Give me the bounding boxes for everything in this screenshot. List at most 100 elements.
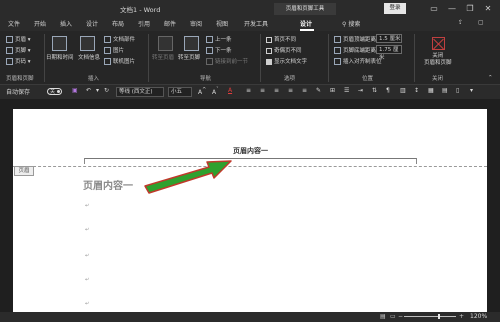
first-page-diff-checkbox[interactable]: 首页不同 bbox=[266, 35, 296, 43]
share-icon[interactable]: ⇪ bbox=[458, 19, 463, 26]
odd-even-diff-checkbox[interactable]: 奇偶页不同 bbox=[266, 46, 302, 54]
group-label-header-footer: 页眉和页脚 bbox=[6, 76, 34, 82]
shrink-font-icon[interactable]: Aˇ bbox=[212, 87, 219, 96]
group-label-insert: 插入 bbox=[88, 76, 100, 82]
search-box[interactable]: ⚲ 搜索 bbox=[342, 19, 360, 28]
doc-parts-icon bbox=[104, 36, 111, 43]
collapse-ribbon-icon[interactable]: ⌃ bbox=[488, 75, 493, 81]
tab-layout[interactable]: 布局 bbox=[112, 19, 124, 28]
sort-icon[interactable]: ⇅ bbox=[372, 87, 377, 94]
close-header-footer-icon bbox=[432, 37, 445, 50]
group-label-navigation: 导航 bbox=[200, 76, 212, 82]
search-label: 搜索 bbox=[348, 21, 361, 28]
page-number-button[interactable]: 页码 ▾ bbox=[6, 57, 31, 65]
minimize-button[interactable]: — bbox=[444, 3, 460, 14]
zoom-slider[interactable] bbox=[404, 316, 456, 317]
insert-align-tab-button[interactable]: 插入对齐制表位 bbox=[334, 57, 382, 65]
checkbox-box bbox=[266, 47, 272, 54]
online-picture-button[interactable]: 联机图片 bbox=[104, 57, 135, 65]
header-button[interactable]: 页眉 ▾ bbox=[6, 35, 31, 43]
align-center-icon[interactable]: ≡ bbox=[260, 87, 265, 94]
calendar-icon bbox=[52, 36, 67, 51]
align-left-icon[interactable]: ≡ bbox=[246, 87, 251, 94]
goto-header-icon bbox=[158, 36, 173, 51]
save-icon[interactable]: ▣ bbox=[72, 87, 78, 94]
group-label-close: 关闭 bbox=[432, 76, 444, 82]
group-divider bbox=[148, 34, 149, 82]
goto-footer-button[interactable]: 转至页脚 bbox=[178, 53, 200, 61]
zoom-slider-thumb[interactable] bbox=[438, 314, 440, 319]
footer-button[interactable]: 页脚 ▾ bbox=[6, 46, 31, 54]
align-tab-icon bbox=[334, 58, 341, 65]
tab-home[interactable]: 开始 bbox=[34, 19, 46, 28]
context-tool-label: 页眉和页脚工具 bbox=[274, 3, 336, 15]
show-doc-text-checkbox[interactable]: 显示文档文字 bbox=[266, 57, 307, 65]
previous-icon bbox=[206, 36, 213, 43]
tab-insert[interactable]: 插入 bbox=[60, 19, 72, 28]
tab-header-footer-design[interactable]: 设计 bbox=[300, 19, 312, 28]
distribute-icon[interactable]: ≡ bbox=[302, 87, 307, 94]
restore-button[interactable]: ❐ bbox=[462, 3, 478, 14]
next-button[interactable]: 下一条 bbox=[206, 46, 232, 54]
tab-file[interactable]: 文件 bbox=[8, 19, 20, 28]
justify-icon[interactable]: ≡ bbox=[288, 87, 293, 94]
undo-icon[interactable]: ↶ bbox=[86, 87, 91, 94]
list-icon[interactable]: ☰ bbox=[344, 87, 349, 94]
format-painter-icon[interactable]: ✎ bbox=[316, 87, 321, 94]
login-button[interactable]: 登录 bbox=[384, 3, 406, 14]
previous-button[interactable]: 上一条 bbox=[206, 35, 232, 43]
align-right-icon[interactable]: ≡ bbox=[274, 87, 279, 94]
autosave-label: 自动保存 bbox=[6, 89, 31, 96]
close-window-button[interactable]: ✕ bbox=[480, 3, 496, 14]
header-icon bbox=[6, 36, 13, 43]
ribbon-display-icon[interactable]: ▭ bbox=[426, 3, 442, 14]
font-size-box[interactable]: 小五 bbox=[168, 87, 192, 97]
indent-icon[interactable]: ⇥ bbox=[358, 87, 363, 94]
tab-view[interactable]: 视图 bbox=[216, 19, 228, 28]
undo-dropdown-icon[interactable]: ▾ bbox=[96, 87, 99, 94]
tab-mailings[interactable]: 邮件 bbox=[164, 19, 176, 28]
header-top-field[interactable]: 1.5 厘米 bbox=[376, 34, 402, 43]
close-header-footer-button[interactable]: 关闭 页眉和页脚 bbox=[424, 53, 452, 67]
read-mode-icon[interactable]: ▤ bbox=[380, 313, 386, 320]
line-spacing-icon[interactable]: ↕ bbox=[414, 87, 419, 94]
table-icon[interactable]: ⊞ bbox=[330, 87, 335, 94]
tab-references[interactable]: 引用 bbox=[138, 19, 150, 28]
doc-parts-button[interactable]: 文档部件 bbox=[104, 35, 135, 43]
group-label-position: 位置 bbox=[362, 76, 374, 82]
autosave-state: 关 bbox=[50, 89, 56, 95]
group-divider bbox=[260, 34, 261, 82]
document-page[interactable]: 页眉内容一 页眉 页眉内容一 ↵ ↵ ↵ ↵ ↵ bbox=[13, 109, 487, 313]
tab-design[interactable]: 设计 bbox=[86, 19, 98, 28]
font-color-icon[interactable]: A bbox=[228, 87, 232, 94]
goto-footer-icon bbox=[184, 36, 199, 51]
zoom-in-icon[interactable]: + bbox=[459, 313, 464, 320]
grow-font-icon[interactable]: A^ bbox=[198, 87, 206, 96]
online-picture-icon bbox=[104, 58, 111, 65]
group-label-options: 选项 bbox=[284, 76, 296, 82]
comment-icon[interactable]: ▢ bbox=[478, 19, 484, 26]
footer-bottom-label: 页脚底端距离: bbox=[334, 46, 378, 54]
border-icon[interactable]: ▦ bbox=[428, 87, 434, 94]
paragraph-icon[interactable]: ¶ bbox=[386, 87, 390, 94]
zoom-out-icon[interactable]: − bbox=[398, 313, 403, 320]
status-bar: ▤ ▭ − + 120% bbox=[0, 312, 500, 322]
print-layout-icon[interactable]: ▭ bbox=[390, 313, 396, 320]
tab-developer[interactable]: 开发工具 bbox=[244, 19, 268, 28]
tab-review[interactable]: 审阅 bbox=[190, 19, 202, 28]
header-top-icon bbox=[334, 36, 341, 43]
doc-info-button[interactable]: 文档信息 bbox=[78, 53, 100, 61]
shading-icon[interactable]: ▤ bbox=[442, 87, 448, 94]
redo-icon[interactable]: ↻ bbox=[104, 87, 109, 94]
columns-icon[interactable]: ▥ bbox=[400, 87, 406, 94]
footer-bottom-field[interactable]: 1.75 厘米 bbox=[376, 45, 402, 61]
goto-header-button[interactable]: 转至页眉 bbox=[152, 53, 174, 61]
date-time-button[interactable]: 日期和时间 bbox=[46, 53, 74, 61]
sidebar-icon[interactable]: ▯ bbox=[456, 87, 459, 94]
customize-toolbar-icon[interactable]: ▾ bbox=[470, 87, 473, 94]
picture-button[interactable]: 图片 bbox=[104, 46, 124, 54]
font-name-box[interactable]: 等线 (西文正) bbox=[116, 87, 164, 97]
link-previous-button[interactable]: 链接到前一节 bbox=[206, 57, 248, 65]
ribbon-tabs: 文件 开始 插入 设计 布局 引用 邮件 审阅 视图 开发工具 设计 ⚲ 搜索 … bbox=[0, 17, 500, 31]
zoom-level[interactable]: 120% bbox=[470, 313, 487, 320]
